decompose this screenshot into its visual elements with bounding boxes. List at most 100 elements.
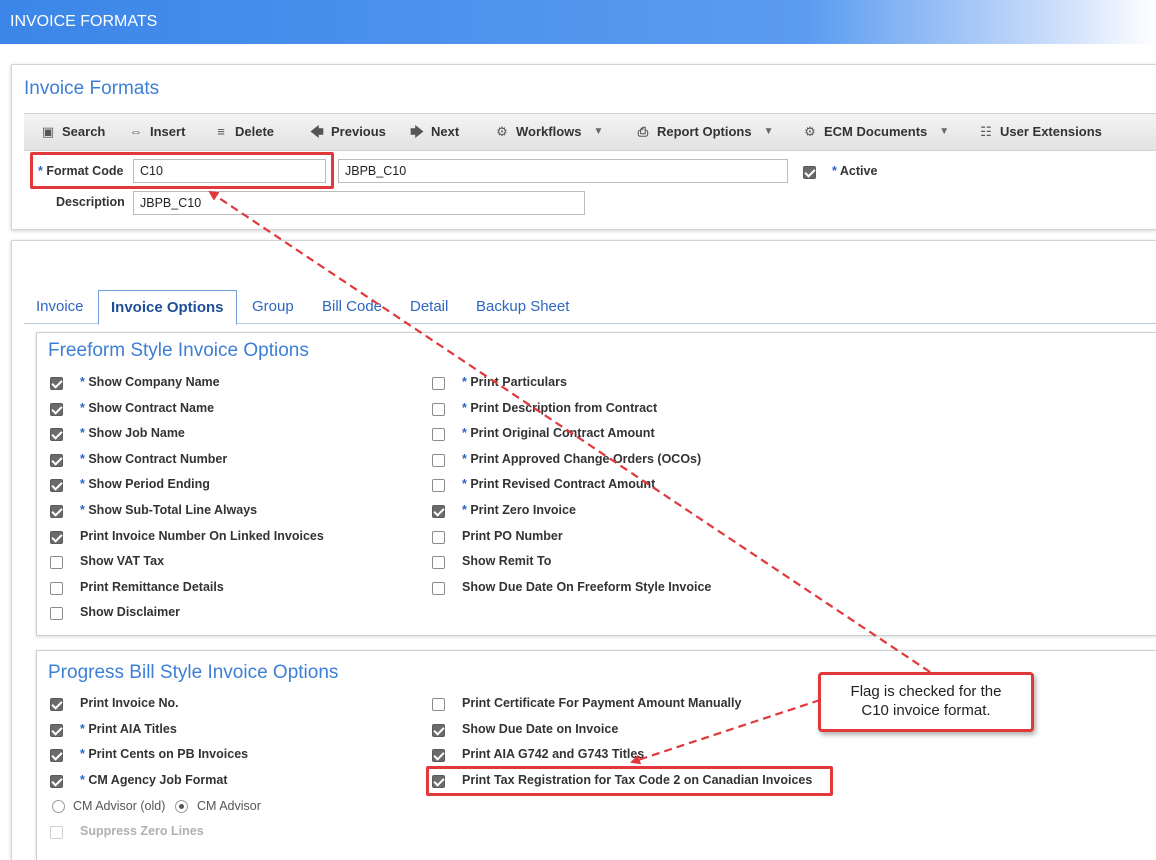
freeform-option-label: * Show Job Name — [80, 426, 185, 441]
cm-advisor-old-label: CM Advisor (old) — [73, 799, 166, 813]
callout-line-1: Flag is checked for the — [850, 683, 1002, 700]
freeform-option-label: Show Remit To — [462, 554, 552, 569]
freeform-option-label: Print Remittance Details — [80, 579, 224, 594]
description-label: Description — [56, 195, 125, 209]
user-extensions-button[interactable]: ☷ User Extensions — [978, 124, 1102, 139]
chevron-down-icon: ▼ — [593, 126, 604, 137]
freeform-option-checkbox[interactable] — [50, 479, 63, 493]
gears-icon: ⚙ — [496, 123, 508, 139]
progress-option-label: * CM Agency Job Format — [80, 772, 228, 787]
progress-option-checkbox[interactable] — [50, 698, 63, 711]
tab-bill-code[interactable]: Bill Code — [322, 298, 382, 315]
workflows-label: Workflows — [516, 124, 582, 139]
freeform-option-label: * Print Description from Contract — [462, 400, 658, 415]
report-options-label: Report Options — [657, 124, 752, 139]
progress-option-label: Print Certificate For Payment Amount Man… — [462, 696, 742, 710]
freeform-option-label: * Print Approved Change Orders (OCOs) — [462, 451, 702, 466]
format-name-input[interactable]: JBPB_C10 — [338, 159, 788, 183]
window-title-bar: INVOICE FORMATS — [0, 0, 1156, 44]
tax-registration-highlight — [426, 766, 833, 796]
previous-button[interactable]: 🡄 Previous — [309, 124, 386, 139]
description-input[interactable]: JBPB_C10 — [133, 191, 585, 215]
ecm-documents-label: ECM Documents — [824, 124, 928, 139]
insert-icon: ⇔ — [129, 123, 143, 139]
user-extensions-label: User Extensions — [1000, 124, 1102, 139]
format-code-highlight — [30, 152, 334, 189]
freeform-option-label: * Show Company Name — [80, 375, 220, 389]
active-checkbox[interactable] — [803, 166, 816, 179]
delete-label: Delete — [235, 124, 275, 139]
freeform-option-checkbox[interactable] — [50, 505, 63, 518]
report-options-button[interactable]: ⎙ Report Options ▼ — [635, 124, 774, 139]
freeform-option-checkbox[interactable] — [432, 428, 445, 442]
freeform-option-checkbox[interactable] — [432, 505, 445, 518]
ecm-icon: ⚙ — [804, 123, 816, 139]
freeform-option-checkbox[interactable] — [50, 453, 63, 467]
freeform-option-label: * Show Sub-Total Line Always — [80, 503, 258, 517]
freeform-option-checkbox[interactable] — [432, 530, 445, 544]
ecm-documents-button[interactable]: ⚙ ECM Documents ▼ — [802, 124, 949, 139]
freeform-option-label: Print PO Number — [462, 528, 563, 543]
freeform-option-checkbox[interactable] — [432, 402, 445, 416]
search-label: Search — [62, 124, 106, 139]
callout-line-2: C10 invoice format. — [861, 702, 991, 719]
progress-option-checkbox[interactable] — [50, 723, 63, 737]
freeform-option-checkbox[interactable] — [50, 428, 63, 442]
insert-label: Insert — [150, 124, 186, 139]
progress-option-label: * Print Cents on PB Invoices — [80, 747, 249, 762]
freeform-option-label: * Show Contract Number — [80, 451, 228, 466]
progress-option-checkbox[interactable] — [432, 723, 445, 737]
progress-option-label: Print AIA G742 and G743 Titles — [462, 747, 645, 762]
progress-option-checkbox[interactable] — [50, 774, 63, 788]
suppress-zero-lines-label: Suppress Zero Lines — [80, 824, 204, 838]
suppress-zero-lines-checkbox[interactable] — [50, 826, 63, 839]
progress-option-checkbox[interactable] — [432, 698, 445, 711]
chevron-down-icon: ▼ — [939, 126, 950, 137]
previous-label: Previous — [331, 124, 386, 139]
progress-option-checkbox[interactable] — [50, 749, 63, 763]
arrow-left-icon: 🡄 — [310, 123, 324, 139]
progress-option-checkbox[interactable] — [432, 749, 445, 763]
hierarchy-icon: ☷ — [980, 123, 992, 139]
freeform-option-checkbox[interactable] — [50, 581, 63, 595]
freeform-option-checkbox[interactable] — [432, 479, 445, 493]
freeform-option-label: * Show Contract Name — [80, 400, 215, 415]
progress-option-label: Show Due Date on Invoice — [462, 721, 619, 736]
tab-invoice-options[interactable]: Invoice Options — [98, 290, 237, 325]
freeform-option-checkbox[interactable] — [50, 607, 63, 621]
freeform-option-checkbox[interactable] — [50, 377, 63, 390]
next-label: Next — [431, 124, 460, 139]
progress-option-label: * Print AIA Titles — [80, 721, 177, 736]
freeform-option-checkbox[interactable] — [432, 453, 445, 467]
freeform-option-checkbox[interactable] — [50, 556, 63, 570]
freeform-option-checkbox[interactable] — [432, 377, 445, 390]
freeform-option-label: Show VAT Tax — [80, 554, 165, 569]
search-button[interactable]: ▣ Search — [40, 123, 106, 139]
freeform-option-label: * Print Zero Invoice — [462, 503, 576, 517]
cm-advisor-radio[interactable] — [175, 800, 188, 813]
tab-group[interactable]: Group — [252, 298, 294, 315]
freeform-option-label: * Show Period Ending — [80, 477, 210, 492]
next-button[interactable]: 🡆 Next — [409, 124, 459, 139]
delete-button[interactable]: ≡ Delete — [213, 124, 274, 139]
freeform-option-checkbox[interactable] — [432, 556, 445, 570]
workflows-button[interactable]: ⚙ Workflows ▼ — [494, 124, 603, 139]
delete-icon: ≡ — [217, 123, 225, 139]
search-icon: ▣ — [41, 123, 55, 139]
freeform-option-label: * Print Original Contract Amount — [462, 426, 655, 441]
cm-advisor-old-radio[interactable] — [52, 800, 65, 813]
freeform-option-label: Print Invoice Number On Linked Invoices — [80, 528, 324, 543]
progress-option-label: Print Invoice No. — [80, 696, 179, 710]
tab-backup-sheet[interactable]: Backup Sheet — [476, 298, 569, 315]
freeform-option-checkbox[interactable] — [50, 402, 63, 416]
tab-invoice[interactable]: Invoice — [36, 298, 84, 315]
tab-detail[interactable]: Detail — [410, 298, 448, 315]
freeform-option-checkbox[interactable] — [432, 581, 445, 595]
insert-button[interactable]: ⇔ Insert — [128, 123, 186, 139]
progress-section-title: Progress Bill Style Invoice Options — [48, 662, 339, 683]
toolbar: ▣ Search ⇔ Insert ≡ Delete 🡄 Previous 🡆 … — [24, 113, 1156, 151]
arrow-right-icon: 🡆 — [410, 123, 424, 139]
chevron-down-icon: ▼ — [763, 126, 774, 137]
form-title: Invoice Formats — [24, 78, 160, 99]
freeform-option-checkbox[interactable] — [50, 530, 63, 544]
